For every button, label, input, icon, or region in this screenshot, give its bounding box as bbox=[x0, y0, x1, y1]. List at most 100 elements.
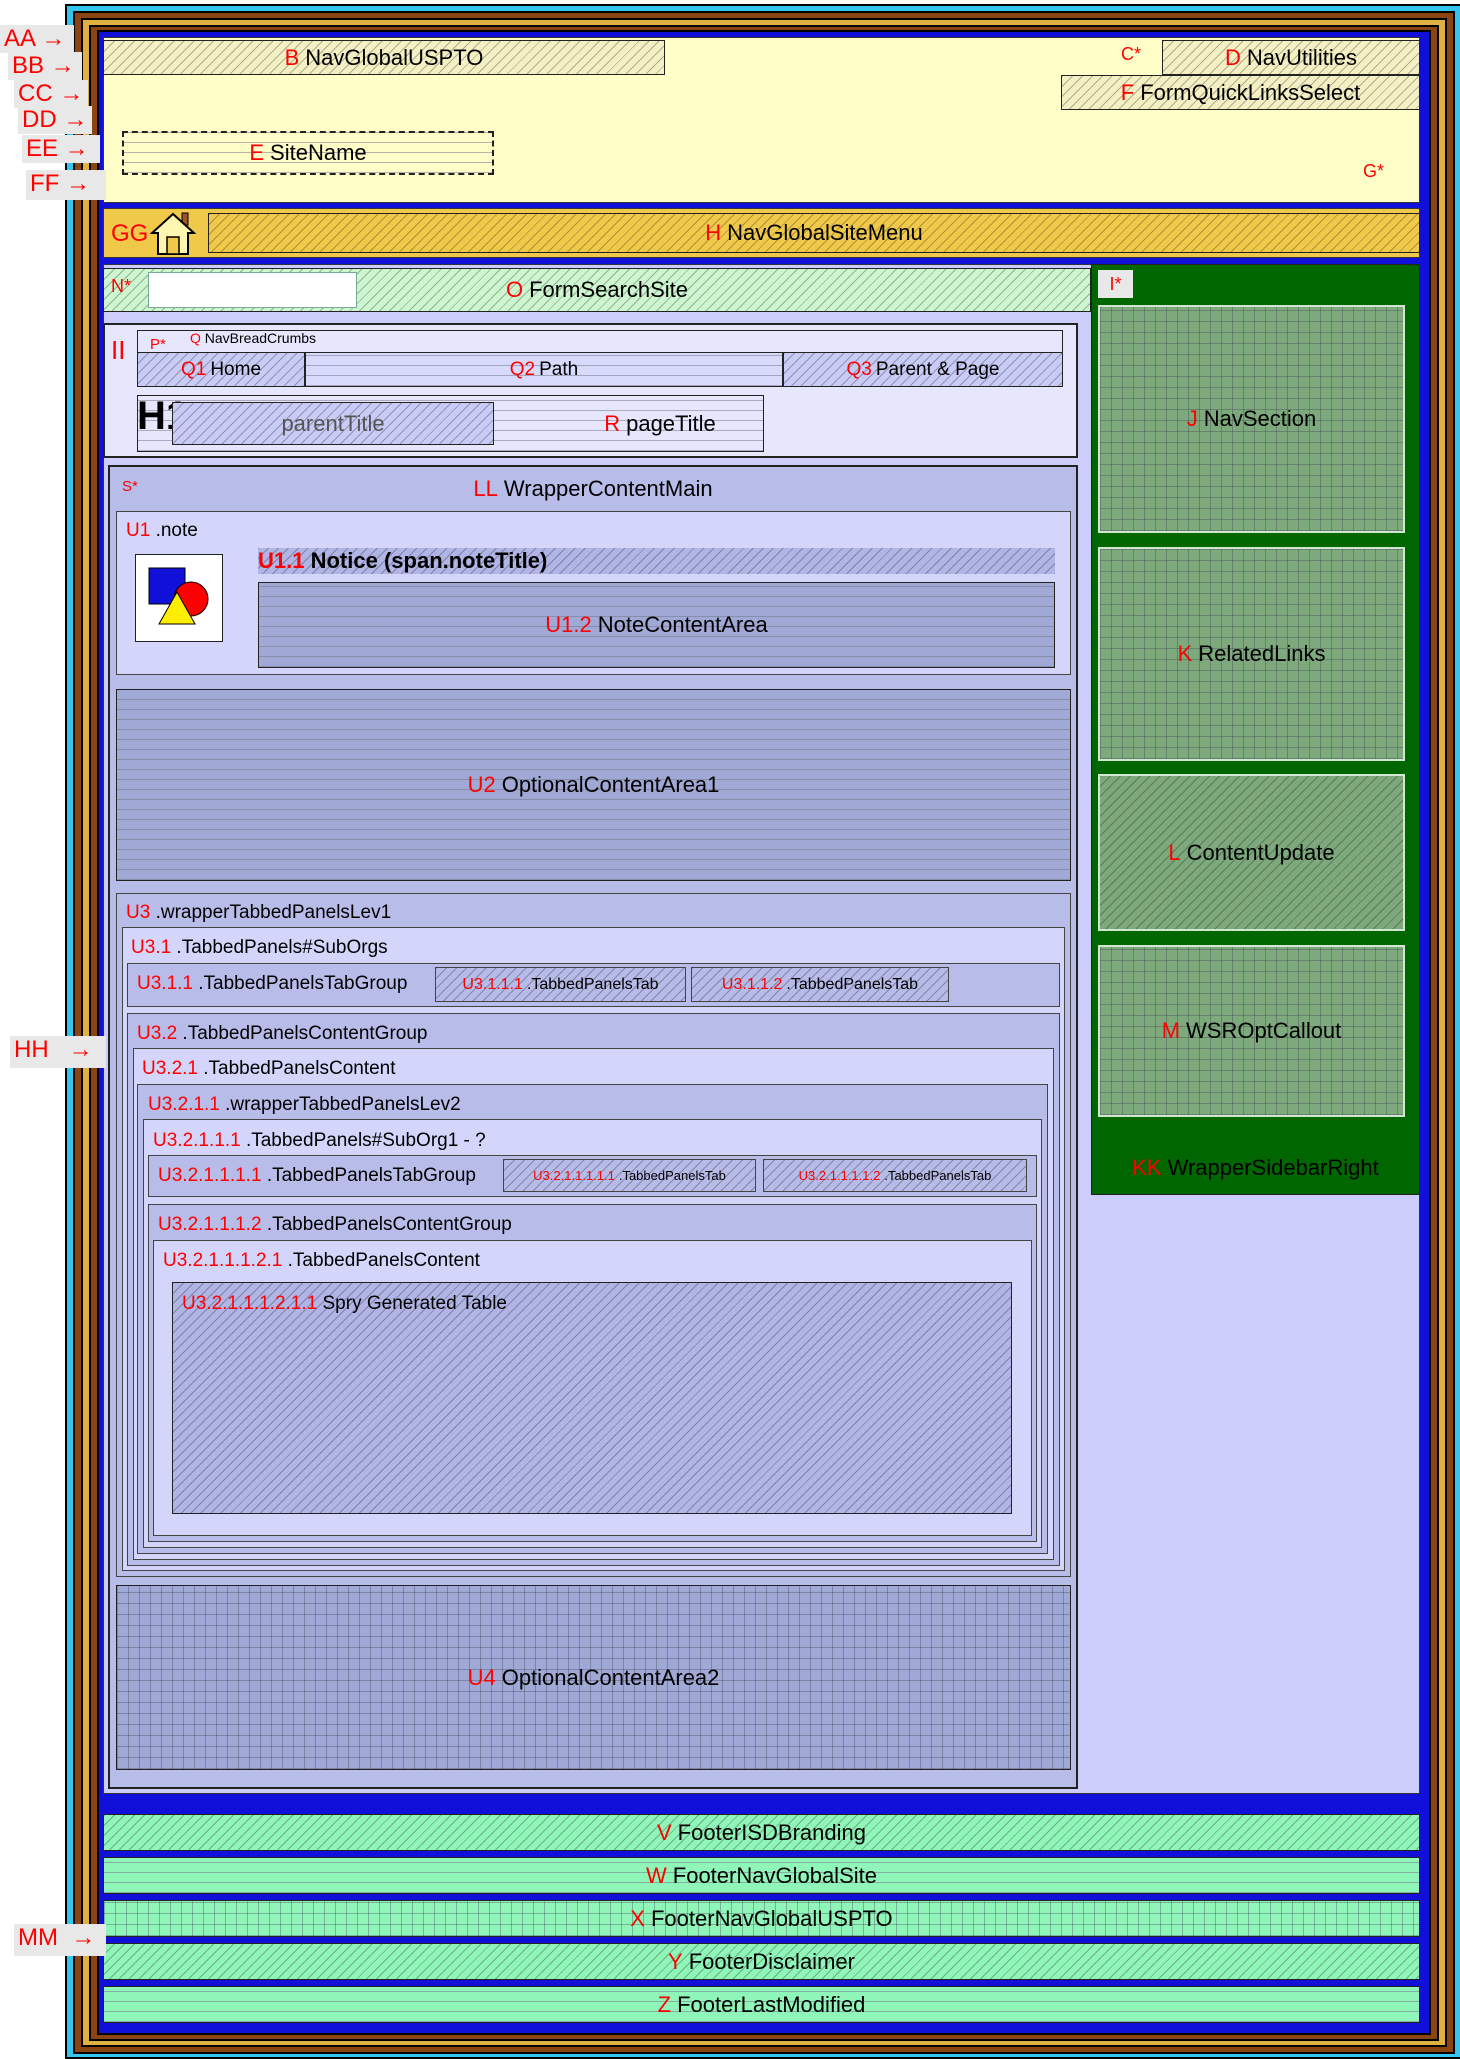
site-name[interactable]: E SiteName bbox=[122, 131, 494, 175]
u3-label: U3 .wrapperTabbedPanelsLev1 bbox=[126, 902, 391, 924]
name-u3-2-1-1: .wrapperTabbedPanelsLev2 bbox=[225, 1094, 461, 1115]
callout-aa-text: AA bbox=[4, 25, 35, 52]
name-z: FooterLastModified bbox=[677, 1991, 866, 2017]
arrow-icon: → bbox=[52, 80, 84, 107]
footer-last-modified: Z FooterLastModified bbox=[103, 1986, 1420, 2023]
u3-2-1-label: U3.2.1 .TabbedPanelsContent bbox=[142, 1058, 396, 1080]
code-v: V bbox=[656, 1819, 672, 1845]
footer-nav-global-uspto[interactable]: X FooterNavGlobalUSPTO bbox=[103, 1900, 1420, 1937]
callout-dd-text: DD bbox=[22, 106, 57, 133]
u3-2-1-1-1-2-label: U3.2.1.1.1.2 .TabbedPanelsContentGroup bbox=[158, 1214, 512, 1236]
callout-cc: CC → bbox=[14, 80, 88, 108]
home-icon[interactable] bbox=[149, 211, 197, 256]
name-ll: WrapperContentMain bbox=[503, 476, 713, 501]
code-u3-1-1-1: U3.1.1.1 bbox=[462, 975, 523, 993]
callout-mm-text: MM bbox=[18, 1924, 58, 1951]
breadcrumb-home[interactable]: Q1 Home bbox=[137, 352, 305, 387]
code-u3-2-1-1-1: U3.2.1.1.1 bbox=[153, 1130, 241, 1151]
callout-ff: FF → bbox=[26, 170, 106, 200]
name-u3-1-1-2: .TabbedPanelsTab bbox=[786, 975, 919, 993]
name-q1: Home bbox=[210, 358, 262, 380]
code-u3-2: U3.2 bbox=[137, 1023, 178, 1044]
breadcrumb-path[interactable]: Q2 Path bbox=[305, 352, 783, 387]
main-ll-title: LL WrapperContentMain bbox=[108, 474, 1078, 504]
name-e: SiteName bbox=[270, 140, 367, 165]
tabbed-panels-tab-lev2-2[interactable]: U3.2.1.1.1.1.2 .TabbedPanelsTab bbox=[763, 1159, 1027, 1192]
footer-isd-branding: V FooterISDBranding bbox=[103, 1814, 1420, 1851]
search-input[interactable] bbox=[148, 272, 357, 308]
u3-2-1-1-1-label: U3.2.1.1.1 .TabbedPanels#SubOrg1 - ? bbox=[153, 1130, 486, 1152]
arrow-icon: → bbox=[34, 25, 66, 52]
code-l: L bbox=[1168, 839, 1181, 865]
form-quick-links-select[interactable]: F FormQuickLinksSelect bbox=[1061, 75, 1420, 110]
code-u3-1-1-2: U3.1.1.2 bbox=[721, 975, 783, 993]
callout-bb-text: BB bbox=[12, 52, 45, 79]
code-u3-2-1-1-1-1-1: U3.2.1.1.1.1.1 bbox=[533, 1168, 615, 1183]
name-d: NavUtilities bbox=[1246, 44, 1357, 70]
code-u3-2-1: U3.2.1 bbox=[142, 1058, 198, 1079]
tabbed-panels-tab-1[interactable]: U3.1.1.1 .TabbedPanelsTab bbox=[435, 967, 686, 1002]
code-u3: U3 bbox=[126, 902, 151, 923]
name-u3-2-1-1-1-2-1: .TabbedPanelsContent bbox=[287, 1250, 480, 1271]
code-f: F bbox=[1120, 79, 1135, 105]
u3-2-label: U3.2 .TabbedPanelsContentGroup bbox=[137, 1023, 427, 1045]
name-j: NavSection bbox=[1203, 406, 1317, 431]
breadcrumb-parent-page[interactable]: Q3 Parent & Page bbox=[783, 352, 1063, 387]
page-title: RpageTitle bbox=[560, 402, 760, 445]
nav-global-site-menu[interactable]: H NavGlobalSiteMenu bbox=[208, 213, 1420, 253]
parent-title[interactable]: parentTitle bbox=[172, 402, 494, 445]
footer-disclaimer: Y FooterDisclaimer bbox=[103, 1943, 1420, 1980]
code-u3-2-1-1-1-2-1: U3.2.1.1.1.2.1 bbox=[163, 1250, 283, 1271]
nav-global-uspto[interactable]: B NavGlobalUSPTO bbox=[103, 40, 665, 75]
callout-ee-text: EE bbox=[26, 135, 59, 162]
breadcrumb-p-star: P* bbox=[150, 336, 166, 353]
u3-2-1-1-1-1-label: U3.2.1.1.1.1 .TabbedPanelsTabGroup bbox=[158, 1165, 476, 1187]
nav-utilities[interactable]: D NavUtilities bbox=[1162, 40, 1420, 75]
u3-1-label: U3.1 .TabbedPanels#SubOrgs bbox=[131, 937, 388, 959]
header-c-star: C* bbox=[1121, 44, 1142, 64]
code-m: M bbox=[1161, 1018, 1181, 1043]
name-u3: .wrapperTabbedPanelsLev1 bbox=[155, 902, 392, 923]
spry-table-label: U3.2.1.1.1.2.1.1 Spry Generated Table bbox=[182, 1293, 507, 1315]
code-u3-2-1-1-1-1: U3.2.1.1.1.1 bbox=[158, 1165, 262, 1186]
code-q2: Q2 bbox=[509, 358, 536, 380]
search-n-star: N* bbox=[111, 276, 132, 296]
name-q3: Parent & Page bbox=[875, 358, 1000, 380]
name-o: FormSearchSite bbox=[529, 277, 689, 302]
related-links[interactable]: K RelatedLinks bbox=[1098, 547, 1405, 761]
name-u3-1-1-1: .TabbedPanelsTab bbox=[526, 975, 659, 993]
arrow-icon: → bbox=[59, 170, 90, 197]
u3-2-1-1-1-2-1-label: U3.2.1.1.1.2.1 .TabbedPanelsContent bbox=[163, 1250, 480, 1272]
code-u3-2-1-1: U3.2.1.1 bbox=[148, 1094, 220, 1115]
code-u1-1: U1.1 bbox=[258, 548, 305, 573]
name-u3-1: .TabbedPanels#SubOrgs bbox=[176, 937, 388, 958]
code-u1: U1 bbox=[126, 520, 151, 541]
callout-ff-text: FF bbox=[30, 170, 60, 197]
code-e: E bbox=[249, 140, 265, 165]
tabbed-panels-tab-lev2-1[interactable]: U3.2.1.1.1.1.1 .TabbedPanelsTab bbox=[503, 1159, 756, 1192]
callout-cc-text: CC bbox=[18, 80, 53, 107]
content-update: L ContentUpdate bbox=[1098, 774, 1405, 931]
code-b: B bbox=[284, 44, 300, 70]
code-kk: KK bbox=[1132, 1155, 1162, 1180]
u3-1-1-label: U3.1.1 .TabbedPanelsTabGroup bbox=[137, 973, 407, 995]
name-spry: Spry Generated Table bbox=[322, 1293, 508, 1314]
name-q: NavBreadCrumbs bbox=[204, 330, 317, 346]
optional-content-area-2: U4 OptionalContentArea2 bbox=[116, 1585, 1071, 1770]
header-g-star: G* bbox=[1363, 161, 1385, 181]
name-l: ContentUpdate bbox=[1186, 839, 1335, 865]
code-k: K bbox=[1177, 641, 1193, 666]
note-u1-label: U1 .note bbox=[126, 520, 198, 542]
arrow-icon: → bbox=[48, 1036, 93, 1063]
code-y: Y bbox=[668, 1948, 683, 1974]
tabbed-panels-tab-2[interactable]: U3.1.1.2 .TabbedPanelsTab bbox=[691, 967, 949, 1002]
nav-section[interactable]: J NavSection bbox=[1098, 305, 1405, 533]
note-shapes-icon bbox=[135, 554, 223, 642]
name-u3-2-1-1-1: .TabbedPanels#SubOrg1 - ? bbox=[245, 1130, 486, 1151]
code-q3: Q3 bbox=[846, 358, 872, 380]
code-u3-2-1-1-1-2: U3.2.1.1.1.2 bbox=[158, 1214, 262, 1235]
footer-nav-global-site[interactable]: W FooterNavGlobalSite bbox=[103, 1857, 1420, 1894]
name-y: FooterDisclaimer bbox=[688, 1948, 855, 1974]
wsr-opt-callout[interactable]: M WSROptCallout bbox=[1098, 945, 1405, 1117]
name-u4: OptionalContentArea2 bbox=[501, 1664, 720, 1690]
